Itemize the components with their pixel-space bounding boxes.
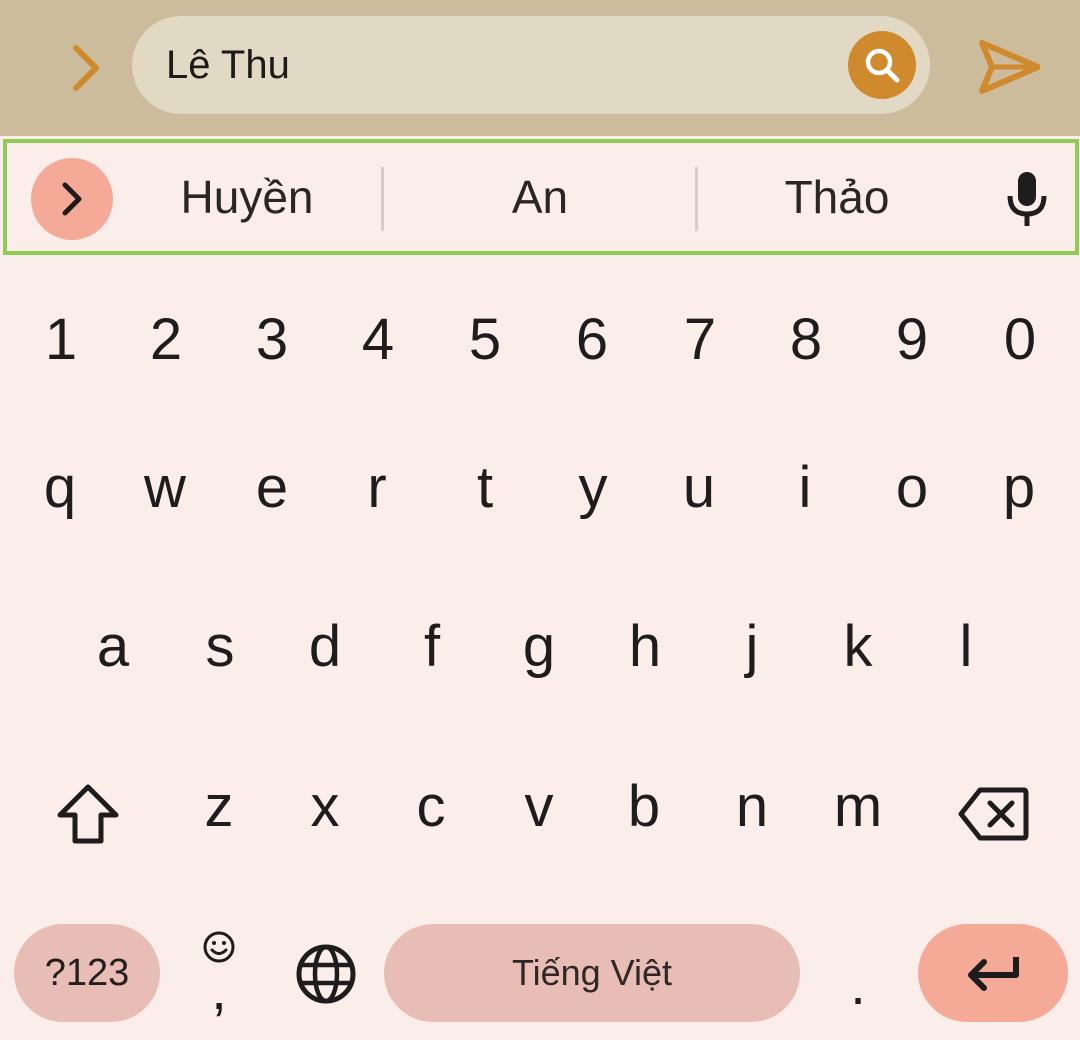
key-n[interactable]: n [702,752,802,862]
key-7[interactable]: 7 [650,285,750,395]
key-k[interactable]: k [808,592,908,702]
key-r[interactable]: r [327,433,427,543]
globe-icon [296,944,356,1004]
space-bar[interactable]: Tiếng Việt [384,924,800,1022]
symbols-key[interactable]: ?123 [14,924,160,1022]
expand-button[interactable] [62,38,110,98]
enter-key[interactable] [918,924,1068,1022]
key-a[interactable]: a [63,592,163,702]
microphone-icon [1007,172,1047,226]
enter-icon [968,957,1019,991]
key-4[interactable]: 4 [328,285,428,395]
key-w[interactable]: w [115,433,215,543]
key-d[interactable]: d [275,592,375,702]
key-y[interactable]: y [543,433,643,543]
suggestion-3[interactable]: Thảo [727,143,947,251]
send-button[interactable] [976,34,1042,100]
key-x[interactable]: x [275,752,375,862]
key-l[interactable]: l [916,592,1016,702]
key-5[interactable]: 5 [435,285,535,395]
suggestion-divider [381,167,384,231]
key-v[interactable]: v [489,752,589,862]
key-t[interactable]: t [435,433,535,543]
key-p[interactable]: p [969,433,1069,543]
language-switch-key[interactable] [290,938,362,1010]
key-i[interactable]: i [755,433,855,543]
comma-label: , [211,958,227,1021]
comma-emoji-key[interactable]: , [186,920,252,1026]
key-q[interactable]: q [10,433,110,543]
top-bar: Lê Thu [0,0,1080,136]
key-e[interactable]: e [222,433,322,543]
key-2[interactable]: 2 [116,285,216,395]
backspace-icon [958,787,1029,841]
search-field[interactable]: Lê Thu [132,16,930,114]
key-u[interactable]: u [649,433,749,543]
shift-key[interactable] [40,764,136,864]
suggestions-expand-icon [62,182,82,216]
key-6[interactable]: 6 [542,285,642,395]
suggestion-2[interactable]: An [447,143,633,251]
period-key[interactable]: . [820,930,896,1030]
suggestions-expand-button[interactable] [31,158,113,240]
send-icon [979,40,1040,94]
key-3[interactable]: 3 [222,285,322,395]
shift-icon [57,784,119,844]
backspace-key[interactable] [944,764,1044,864]
key-b[interactable]: b [594,752,694,862]
search-icon [865,48,900,83]
key-0[interactable]: 0 [970,285,1070,395]
key-g[interactable]: g [489,592,589,702]
key-m[interactable]: m [808,752,908,862]
suggestion-divider [695,167,698,231]
key-o[interactable]: o [862,433,962,543]
key-c[interactable]: c [381,752,481,862]
suggestion-1[interactable]: Huyền [137,143,357,251]
key-9[interactable]: 9 [862,285,962,395]
search-input-value[interactable]: Lê Thu [166,16,290,114]
key-z[interactable]: z [169,752,269,862]
key-j[interactable]: j [702,592,802,702]
search-button[interactable] [848,31,916,99]
key-1[interactable]: 1 [11,285,111,395]
key-h[interactable]: h [595,592,695,702]
voice-input-button[interactable] [997,167,1057,231]
key-f[interactable]: f [382,592,482,702]
expand-chevron-icon [73,45,99,91]
key-8[interactable]: 8 [756,285,856,395]
suggestion-strip: Huyền An Thảo [3,139,1079,255]
key-s[interactable]: s [170,592,270,702]
